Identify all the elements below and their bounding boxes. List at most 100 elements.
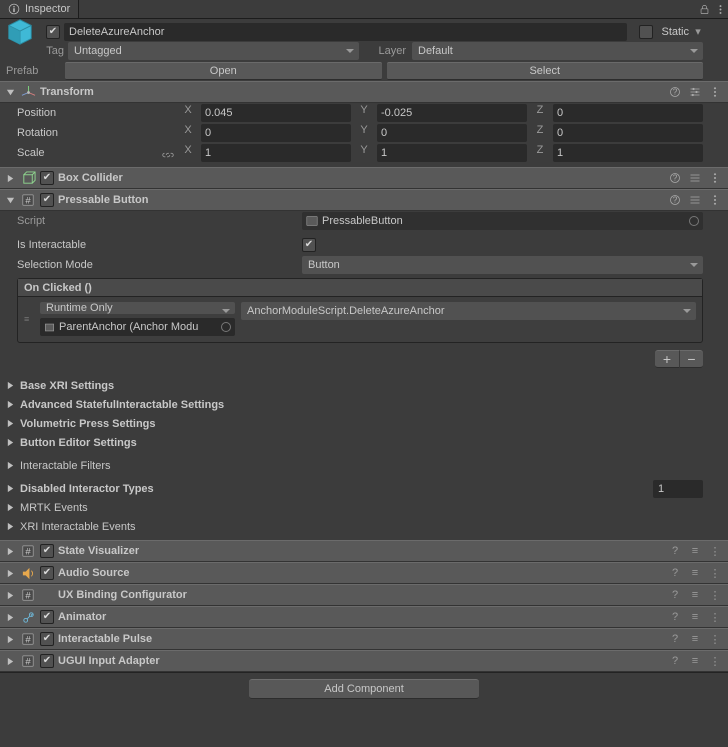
volumetric-press-section[interactable]: Volumetric Press Settings: [0, 414, 728, 433]
drag-handle-icon[interactable]: ≡: [24, 302, 34, 336]
tag-layer-row: Tag Untagged Layer Default: [0, 41, 728, 61]
object-picker-icon[interactable]: [221, 322, 231, 332]
preset-icon[interactable]: [688, 194, 702, 206]
enabled-checkbox[interactable]: [40, 610, 54, 624]
help-icon[interactable]: ?: [668, 172, 682, 184]
help-icon[interactable]: ?: [668, 655, 682, 667]
context-menu-icon[interactable]: ⋮: [708, 545, 722, 558]
preset-icon[interactable]: ≡: [688, 589, 702, 601]
help-icon[interactable]: ?: [668, 633, 682, 645]
link-icon[interactable]: [161, 148, 175, 162]
preset-icon[interactable]: [688, 86, 702, 98]
ugui-input-header[interactable]: # UGUI Input Adapter ?≡⋮: [0, 650, 728, 672]
state-visualizer-header[interactable]: # State Visualizer ?≡⋮: [0, 540, 728, 562]
context-menu-icon[interactable]: ⋮: [708, 589, 722, 602]
prefab-open-button[interactable]: Open: [65, 62, 382, 80]
call-state-dropdown[interactable]: Runtime Only: [40, 302, 235, 314]
mrtk-events-section[interactable]: MRTK Events: [0, 498, 728, 517]
transform-header[interactable]: Transform ?: [0, 81, 728, 103]
xri-events-section[interactable]: XRI Interactable Events: [0, 517, 728, 536]
gameobject-name-field[interactable]: [64, 23, 627, 41]
object-picker-icon[interactable]: [689, 216, 699, 226]
context-menu-icon[interactable]: ⋮: [708, 655, 722, 668]
box-collider-header[interactable]: Box Collider ?: [0, 167, 728, 189]
gameobject-icon[interactable]: [4, 19, 36, 48]
interactable-pulse-header[interactable]: # Interactable Pulse ?≡⋮: [0, 628, 728, 650]
preset-icon[interactable]: ≡: [688, 545, 702, 557]
event-method-dropdown[interactable]: AnchorModuleScript.DeleteAzureAnchor: [241, 302, 696, 320]
script-field[interactable]: PressableButton: [302, 212, 703, 230]
enabled-checkbox[interactable]: [40, 632, 54, 646]
position-label: Position: [17, 107, 181, 119]
lock-icon[interactable]: [696, 4, 712, 15]
preset-icon[interactable]: ≡: [688, 611, 702, 623]
script-row: Script PressableButton: [0, 211, 728, 231]
preset-icon[interactable]: ≡: [688, 655, 702, 667]
remove-event-button[interactable]: −: [679, 350, 703, 368]
rotation-y[interactable]: [377, 124, 527, 142]
add-component-button[interactable]: Add Component: [249, 679, 479, 699]
enabled-checkbox[interactable]: [40, 566, 54, 580]
static-dropdown-icon[interactable]: ▾: [693, 25, 703, 38]
scale-x[interactable]: [201, 144, 351, 162]
static-label: Static: [661, 26, 689, 38]
context-menu-icon[interactable]: ⋮: [708, 633, 722, 646]
gameobject-header: Static ▾: [0, 19, 728, 41]
active-checkbox[interactable]: [46, 25, 60, 39]
help-icon[interactable]: ?: [668, 194, 682, 206]
position-x[interactable]: [201, 104, 351, 122]
scale-y[interactable]: [377, 144, 527, 162]
pressable-button-header[interactable]: # Pressable Button ?: [0, 189, 728, 211]
layer-dropdown[interactable]: Default: [412, 42, 703, 60]
advanced-stateful-section[interactable]: Advanced StatefulInteractable Settings: [0, 395, 728, 414]
context-menu-icon[interactable]: [708, 172, 722, 184]
script-icon: #: [20, 587, 36, 603]
enabled-checkbox[interactable]: [40, 654, 54, 668]
enabled-checkbox[interactable]: [40, 193, 54, 207]
audio-source-header[interactable]: Audio Source ?≡⋮: [0, 562, 728, 584]
help-icon[interactable]: ?: [668, 589, 682, 601]
animator-header[interactable]: Animator ?≡⋮: [0, 606, 728, 628]
preset-icon[interactable]: [688, 172, 702, 184]
ux-binding-header[interactable]: # UX Binding Configurator ?≡⋮: [0, 584, 728, 606]
disabled-interactor-row[interactable]: Disabled Interactor Types 1: [0, 479, 728, 498]
context-menu-icon[interactable]: [708, 194, 722, 206]
tag-dropdown[interactable]: Untagged: [68, 42, 359, 60]
enabled-checkbox[interactable]: [40, 544, 54, 558]
preset-icon[interactable]: ≡: [688, 633, 702, 645]
help-icon[interactable]: ?: [668, 611, 682, 623]
preset-icon[interactable]: ≡: [688, 567, 702, 579]
disabled-interactor-count[interactable]: 1: [653, 480, 703, 498]
inspector-tab[interactable]: Inspector: [0, 0, 79, 18]
svg-text:#: #: [25, 591, 31, 602]
context-menu-icon[interactable]: [712, 4, 728, 15]
selection-mode-dropdown[interactable]: Button: [302, 256, 703, 274]
event-target-field[interactable]: ParentAnchor (Anchor Modu: [40, 318, 235, 336]
help-icon[interactable]: ?: [668, 86, 682, 98]
foldout-icon[interactable]: [4, 174, 16, 183]
foldout-icon[interactable]: [4, 196, 16, 205]
position-z[interactable]: [553, 104, 703, 122]
is-interactable-checkbox[interactable]: [302, 238, 316, 252]
add-event-button[interactable]: +: [655, 350, 679, 368]
help-icon[interactable]: ?: [668, 545, 682, 557]
static-checkbox[interactable]: [639, 25, 653, 39]
scale-z[interactable]: [553, 144, 703, 162]
help-icon[interactable]: ?: [668, 567, 682, 579]
svg-text:?: ?: [673, 173, 678, 182]
position-y[interactable]: [377, 104, 527, 122]
context-menu-icon[interactable]: ⋮: [708, 611, 722, 624]
script-icon: #: [20, 192, 36, 208]
interactable-filters-section[interactable]: Interactable Filters: [0, 456, 728, 475]
enabled-checkbox[interactable]: [40, 171, 54, 185]
context-menu-icon[interactable]: [708, 86, 722, 98]
context-menu-icon[interactable]: ⋮: [708, 567, 722, 580]
rotation-z[interactable]: [553, 124, 703, 142]
prefab-select-button[interactable]: Select: [387, 62, 704, 80]
base-xri-section[interactable]: Base XRI Settings: [0, 376, 728, 395]
rotation-label: Rotation: [17, 127, 181, 139]
tab-bar: Inspector: [0, 0, 728, 19]
foldout-icon[interactable]: [4, 88, 16, 97]
rotation-x[interactable]: [201, 124, 351, 142]
button-editor-section[interactable]: Button Editor Settings: [0, 433, 728, 452]
